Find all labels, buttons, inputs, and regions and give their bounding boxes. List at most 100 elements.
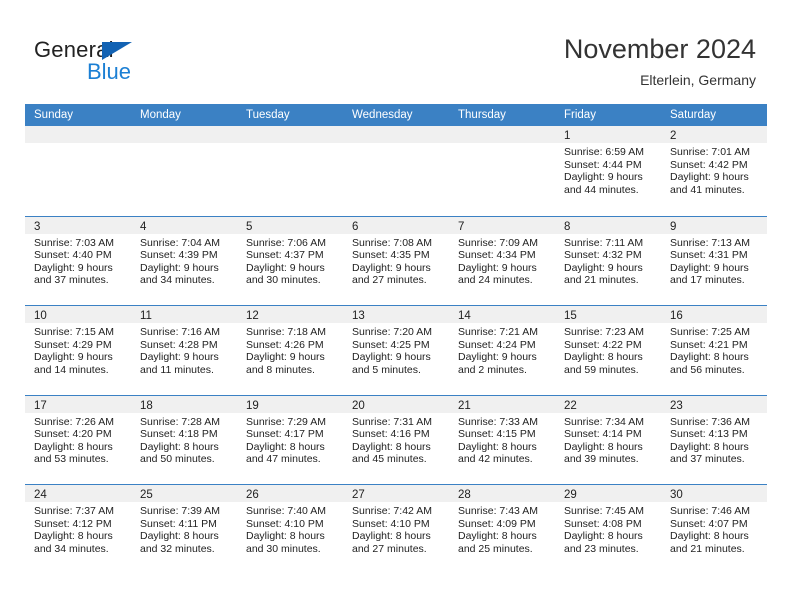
- day-number-strip: 19: [237, 395, 343, 413]
- day-cell-9[interactable]: 9 Sunrise: 7:13 AM Sunset: 4:31 PM Daylight…: [661, 216, 767, 306]
- sunrise-text: Sunrise: 7:11 AM: [564, 236, 644, 249]
- day-number: 9: [670, 220, 677, 233]
- daylight-text-line2: and 23 minutes.: [564, 542, 639, 555]
- sunset-text: Sunset: 4:32 PM: [564, 249, 642, 262]
- daylight-text-line2: and 34 minutes.: [140, 274, 215, 287]
- day-cell-25[interactable]: 25 Sunrise: 7:39 AM Sunset: 4:11 PM Dayligh…: [131, 485, 237, 574]
- day-number: 5: [246, 220, 253, 233]
- day-cell-30[interactable]: 30 Sunrise: 7:46 AM Sunset: 4:07 PM Dayligh…: [661, 485, 767, 574]
- daylight-text-line2: and 59 minutes.: [564, 363, 639, 376]
- daylight-text-line1: Daylight: 8 hours: [140, 440, 219, 453]
- day-details: Sunrise: 7:03 AM Sunset: 4:40 PM Daylight:…: [25, 234, 131, 287]
- day-number-strip: 17: [25, 395, 131, 413]
- weekday-header-tuesday: Tuesday: [246, 109, 290, 121]
- day-cell-18[interactable]: 18 Sunrise: 7:28 AM Sunset: 4:18 PM Dayligh…: [131, 395, 237, 485]
- sunset-text: Sunset: 4:24 PM: [458, 338, 536, 351]
- daylight-text-line1: Daylight: 8 hours: [352, 440, 431, 453]
- title-block: November 2024 Elterlein, Germany: [564, 33, 756, 89]
- weekday-header-wednesday: Wednesday: [352, 109, 413, 121]
- daylight-text-line1: Daylight: 9 hours: [246, 261, 325, 274]
- sunrise-text: Sunrise: 7:39 AM: [140, 505, 220, 517]
- day-cell-16[interactable]: 16 Sunrise: 7:25 AM Sunset: 4:21 PM Dayligh…: [661, 306, 767, 395]
- daylight-text-line1: Daylight: 8 hours: [34, 440, 113, 453]
- day-number-strip: 11: [131, 306, 237, 323]
- sunset-text: Sunset: 4:10 PM: [246, 517, 324, 530]
- sunrise-text: Sunrise: 6:59 AM: [564, 146, 644, 158]
- daylight-text-line1: Daylight: 8 hours: [564, 440, 643, 453]
- day-number: 6: [352, 220, 359, 233]
- general-blue-logo[interactable]: General Blue: [34, 38, 174, 86]
- day-number: 12: [246, 310, 259, 322]
- day-cell-1[interactable]: 1 Sunrise: 6:59 AM Sunset: 4:44 PM Daylight…: [555, 126, 661, 216]
- day-number-strip: 26: [237, 485, 343, 502]
- day-cell-3[interactable]: 3 Sunrise: 7:03 AM Sunset: 4:40 PM Daylight…: [25, 216, 131, 306]
- day-cell-12[interactable]: 12 Sunrise: 7:18 AM Sunset: 4:26 PM Dayligh…: [237, 306, 343, 395]
- day-cell-empty: [131, 126, 237, 216]
- day-cell-17[interactable]: 17 Sunrise: 7:26 AM Sunset: 4:20 PM Dayligh…: [25, 395, 131, 485]
- day-cell-21[interactable]: 21 Sunrise: 7:33 AM Sunset: 4:15 PM Dayligh…: [449, 395, 555, 485]
- day-cell-20[interactable]: 20 Sunrise: 7:31 AM Sunset: 4:16 PM Dayligh…: [343, 395, 449, 485]
- day-number-strip: 13: [343, 306, 449, 323]
- day-number-strip: 8: [555, 216, 661, 234]
- sunset-text: Sunset: 4:08 PM: [564, 517, 642, 530]
- sunset-text: Sunset: 4:14 PM: [564, 428, 642, 441]
- day-details: Sunrise: 6:59 AM Sunset: 4:44 PM Daylight:…: [555, 143, 661, 196]
- day-cell-13[interactable]: 13 Sunrise: 7:20 AM Sunset: 4:25 PM Dayligh…: [343, 306, 449, 395]
- day-cell-29[interactable]: 29 Sunrise: 7:45 AM Sunset: 4:08 PM Dayligh…: [555, 485, 661, 574]
- daylight-text-line1: Daylight: 9 hours: [352, 351, 431, 364]
- day-number: 17: [34, 399, 47, 412]
- day-cell-4[interactable]: 4 Sunrise: 7:04 AM Sunset: 4:39 PM Daylight…: [131, 216, 237, 306]
- day-cell-15[interactable]: 15 Sunrise: 7:23 AM Sunset: 4:22 PM Dayligh…: [555, 306, 661, 395]
- day-number: 14: [458, 310, 471, 322]
- day-cell-7[interactable]: 7 Sunrise: 7:09 AM Sunset: 4:34 PM Daylight…: [449, 216, 555, 306]
- daylight-text-line2: and 37 minutes.: [34, 274, 109, 287]
- day-cell-empty: [343, 126, 449, 216]
- sunset-text: Sunset: 4:42 PM: [670, 158, 748, 171]
- day-number-strip: 4: [131, 216, 237, 234]
- day-cell-14[interactable]: 14 Sunrise: 7:21 AM Sunset: 4:24 PM Dayligh…: [449, 306, 555, 395]
- day-cell-2[interactable]: 2 Sunrise: 7:01 AM Sunset: 4:42 PM Daylight…: [661, 126, 767, 216]
- day-details: Sunrise: 7:46 AM Sunset: 4:07 PM Daylight:…: [661, 502, 767, 555]
- day-cell-24[interactable]: 24 Sunrise: 7:37 AM Sunset: 4:12 PM Dayligh…: [25, 485, 131, 574]
- day-number: 28: [458, 489, 471, 501]
- day-cell-6[interactable]: 6 Sunrise: 7:08 AM Sunset: 4:35 PM Daylight…: [343, 216, 449, 306]
- day-cell-10[interactable]: 10 Sunrise: 7:15 AM Sunset: 4:29 PM Dayligh…: [25, 306, 131, 395]
- day-cell-28[interactable]: 28 Sunrise: 7:43 AM Sunset: 4:09 PM Dayligh…: [449, 485, 555, 574]
- day-details: Sunrise: 7:23 AM Sunset: 4:22 PM Daylight:…: [555, 323, 661, 376]
- day-number-strip: [25, 126, 131, 143]
- day-details: Sunrise: 7:01 AM Sunset: 4:42 PM Daylight:…: [661, 143, 767, 196]
- sunrise-text: Sunrise: 7:37 AM: [34, 505, 114, 517]
- day-details: Sunrise: 7:25 AM Sunset: 4:21 PM Daylight:…: [661, 323, 767, 376]
- day-number-strip: 30: [661, 485, 767, 502]
- daylight-text-line2: and 42 minutes.: [458, 453, 533, 466]
- sunrise-text: Sunrise: 7:16 AM: [140, 326, 220, 338]
- day-cell-19[interactable]: 19 Sunrise: 7:29 AM Sunset: 4:17 PM Dayligh…: [237, 395, 343, 485]
- day-details: Sunrise: 7:26 AM Sunset: 4:20 PM Daylight:…: [25, 413, 131, 466]
- daylight-text-line2: and 25 minutes.: [458, 542, 533, 555]
- day-cell-22[interactable]: 22 Sunrise: 7:34 AM Sunset: 4:14 PM Dayligh…: [555, 395, 661, 485]
- sunset-text: Sunset: 4:16 PM: [352, 428, 430, 441]
- day-details: Sunrise: 7:34 AM Sunset: 4:14 PM Daylight:…: [555, 413, 661, 466]
- day-cell-23[interactable]: 23 Sunrise: 7:36 AM Sunset: 4:13 PM Dayligh…: [661, 395, 767, 485]
- day-number-strip: 24: [25, 485, 131, 502]
- daylight-text-line2: and 32 minutes.: [140, 542, 215, 555]
- daylight-text-line1: Daylight: 8 hours: [458, 440, 537, 453]
- day-number: 30: [670, 489, 683, 501]
- day-cell-26[interactable]: 26 Sunrise: 7:40 AM Sunset: 4:10 PM Dayligh…: [237, 485, 343, 574]
- day-number-strip: 20: [343, 395, 449, 413]
- day-cell-8[interactable]: 8 Sunrise: 7:11 AM Sunset: 4:32 PM Daylight…: [555, 216, 661, 306]
- sunset-text: Sunset: 4:44 PM: [564, 158, 642, 171]
- sunrise-text: Sunrise: 7:04 AM: [140, 236, 220, 249]
- day-number: 22: [564, 399, 577, 412]
- day-details: Sunrise: 7:37 AM Sunset: 4:12 PM Daylight:…: [25, 502, 131, 555]
- day-cell-5[interactable]: 5 Sunrise: 7:06 AM Sunset: 4:37 PM Daylight…: [237, 216, 343, 306]
- day-number: 21: [458, 399, 471, 412]
- day-cell-11[interactable]: 11 Sunrise: 7:16 AM Sunset: 4:28 PM Dayligh…: [131, 306, 237, 395]
- calendar-week-row: 1 Sunrise: 6:59 AM Sunset: 4:44 PM Daylight…: [25, 126, 767, 216]
- day-number: 27: [352, 489, 365, 501]
- sunrise-text: Sunrise: 7:08 AM: [352, 236, 432, 249]
- day-cell-27[interactable]: 27 Sunrise: 7:42 AM Sunset: 4:10 PM Dayligh…: [343, 485, 449, 574]
- weekday-header-sunday: Sunday: [34, 109, 74, 121]
- sunset-text: Sunset: 4:11 PM: [140, 517, 217, 530]
- day-details: Sunrise: 7:36 AM Sunset: 4:13 PM Daylight:…: [661, 413, 767, 466]
